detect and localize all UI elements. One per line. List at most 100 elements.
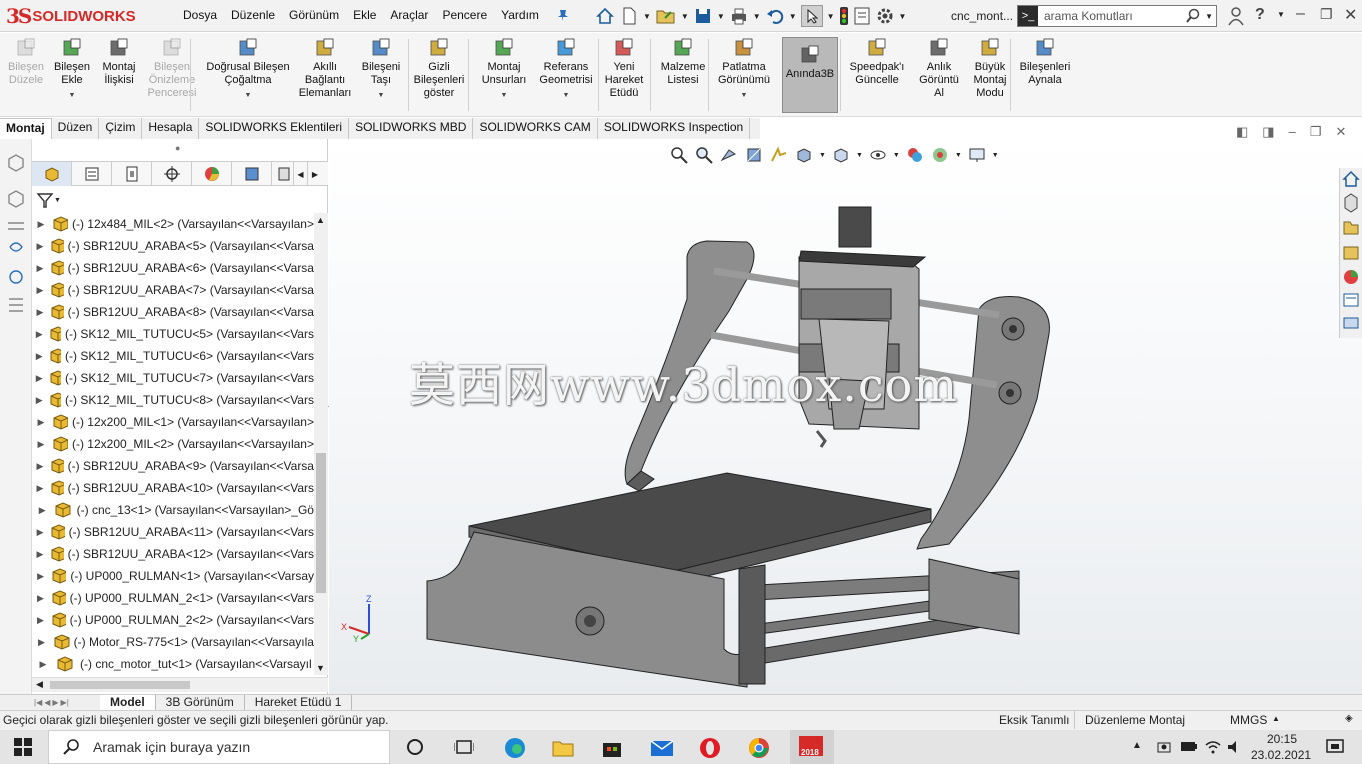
rebuild-traffic-light-icon[interactable]	[839, 6, 849, 26]
hscroll-thumb[interactable]	[50, 681, 190, 689]
notifications-icon[interactable]	[1325, 738, 1345, 756]
tree-item[interactable]: ▶ (-) UP000_RULMAN_2<2> (Varsayılan<<Vars	[32, 609, 314, 631]
edge-browser-icon[interactable]	[503, 736, 527, 760]
command-button-13[interactable]: Patlatma Görünümü ▼	[713, 37, 775, 102]
taskbar-time[interactable]: 20:15	[1257, 732, 1307, 746]
tab-scroll-right-icon[interactable]: ▶	[308, 162, 322, 186]
command-button-18[interactable]: Bileşenleri Aynala	[1017, 37, 1073, 87]
tree-item[interactable]: ▶ (-) SK12_MIL_TUTUCU<6> (Varsayılan<<Var…	[32, 345, 314, 367]
tree-item[interactable]: ▶ (-) 12x484_MIL<2> (Varsayılan<<Varsayıl…	[32, 213, 314, 235]
tile-right-icon[interactable]: ◨	[1262, 124, 1274, 140]
tab-evaluate[interactable]: Hesapla	[142, 118, 200, 139]
chrome-browser-icon[interactable]	[747, 736, 771, 760]
command-button-6[interactable]: Akıllı Bağlantı Elemanları	[299, 37, 351, 100]
file-explorer-icon[interactable]	[551, 736, 575, 760]
expand-arrow-icon[interactable]: ▶	[32, 263, 48, 274]
status-units[interactable]: MMGS	[1230, 713, 1267, 727]
panel-grip-icon[interactable]: ●	[175, 143, 180, 153]
select-pointer-icon[interactable]	[800, 5, 823, 27]
cam-operation-tree-tab-icon[interactable]	[272, 162, 294, 186]
expand-arrow-icon[interactable]: ▶	[32, 549, 48, 560]
prev-tab-icon[interactable]: ◀	[44, 698, 50, 707]
chevron-down-icon[interactable]: ▼	[54, 197, 61, 204]
chevron-down-icon[interactable]: ▼	[681, 12, 689, 21]
wifi-icon[interactable]	[1204, 739, 1222, 755]
first-tab-icon[interactable]: |◀	[34, 698, 42, 707]
chevron-down-icon[interactable]: ▼	[378, 89, 385, 102]
volume-icon[interactable]	[1226, 739, 1242, 755]
bottom-rails[interactable]	[738, 558, 1020, 665]
tree-item[interactable]: ▶ (-) cnc_13<1> (Varsayılan<<Varsayılan>_…	[32, 499, 314, 521]
tree-item[interactable]: ▶ (-) SBR12UU_ARABA<10> (Varsayılan<<Vars	[32, 477, 314, 499]
solidworks-logo[interactable]: 3S SOLIDWORKS	[6, 2, 136, 30]
command-button-12[interactable]: Malzeme Listesi	[656, 37, 710, 87]
cnc-assembly-model[interactable]	[329, 139, 1362, 694]
chevron-down-icon[interactable]: ▼	[827, 12, 835, 21]
feature-tree-tab-icon[interactable]	[32, 162, 72, 186]
close-icon[interactable]: ✕	[1344, 5, 1357, 25]
search-input[interactable]: arama Komutları	[1044, 9, 1185, 23]
tree-item[interactable]: ▶ (-) 12x200_MIL<2> (Varsayılan<<Varsayıl…	[32, 433, 314, 455]
expand-arrow-icon[interactable]: ▶	[32, 329, 47, 340]
chevron-down-icon[interactable]: ▼	[1205, 12, 1213, 21]
windows-start-icon[interactable]	[14, 738, 32, 756]
help-icon[interactable]: ?	[1255, 6, 1265, 24]
tab-assembly[interactable]: Montaj	[0, 118, 52, 139]
doc-restore-icon[interactable]: ❐	[1310, 124, 1322, 140]
expand-arrow-icon[interactable]: ▶	[32, 615, 49, 626]
show-hidden-icons-icon[interactable]: ▲	[1132, 740, 1142, 751]
configuration-manager-tab-icon[interactable]	[112, 162, 152, 186]
expand-arrow-icon[interactable]: ▶	[32, 285, 48, 296]
side-toolbar-icons[interactable]	[0, 139, 32, 339]
status-options-icon[interactable]: ◈	[1345, 713, 1353, 724]
home-icon[interactable]	[595, 6, 615, 26]
taskbar-search-input[interactable]: Aramak için buraya yazın	[93, 739, 250, 755]
command-button-5[interactable]: Doğrusal Bileşen Çoğaltma ▼	[200, 37, 296, 102]
chevron-down-icon[interactable]: ▼	[753, 12, 761, 21]
expand-arrow-icon[interactable]: ▶	[32, 483, 48, 494]
scroll-left-icon[interactable]: ◀	[36, 679, 43, 690]
taskbar-search[interactable]: Aramak için buraya yazın	[48, 730, 390, 764]
chevron-down-icon[interactable]: ▼	[1277, 10, 1285, 19]
expand-arrow-icon[interactable]: ▶	[32, 571, 49, 582]
tree-item[interactable]: ▶ (-) UP000_RULMAN<1> (Varsayılan<<Varsay	[32, 565, 314, 587]
command-button-9[interactable]: Montaj Unsurları ▼	[478, 37, 530, 102]
tree-item[interactable]: ▶ (-) SBR12UU_ARABA<9> (Varsayılan<<Varsa	[32, 455, 314, 477]
tab-addins[interactable]: SOLIDWORKS Eklentileri	[199, 118, 350, 139]
chevron-down-icon[interactable]: ▼	[69, 89, 76, 102]
battery-icon[interactable]	[1180, 740, 1198, 754]
store-icon[interactable]	[600, 736, 624, 760]
command-button-17[interactable]: Büyük Montaj Modu	[967, 37, 1013, 100]
tree-item[interactable]: ▶ (-) SK12_MIL_TUTUCU<7> (Varsayılan<<Var…	[32, 367, 314, 389]
user-icon[interactable]	[1228, 6, 1244, 26]
tab-sketch[interactable]: Çizim	[99, 118, 143, 139]
cortana-icon[interactable]	[406, 738, 424, 756]
tab-nav-arrows[interactable]: |◀ ◀ ▶ ▶|	[0, 698, 100, 707]
expand-arrow-icon[interactable]: ▶	[32, 593, 49, 604]
task-view-icon[interactable]	[454, 738, 474, 756]
task-pane-icons[interactable]	[1340, 168, 1362, 338]
chevron-down-icon[interactable]: ▼	[741, 89, 748, 102]
expand-arrow-icon[interactable]: ▶	[32, 351, 47, 362]
command-button-11[interactable]: Yeni Hareket Etüdü	[602, 37, 646, 100]
pin-icon[interactable]	[556, 8, 570, 22]
tile-left-icon[interactable]: ◧	[1236, 124, 1248, 140]
chevron-down-icon[interactable]: ▼	[717, 12, 725, 21]
cam-feature-tree-tab-icon[interactable]	[232, 162, 272, 186]
expand-arrow-icon[interactable]: ▶	[32, 659, 54, 670]
tab-cam[interactable]: SOLIDWORKS CAM	[473, 118, 598, 139]
tree-item[interactable]: ▶ (-) Motor_RS-775<1> (Varsayılan<<Varsay…	[32, 631, 314, 653]
search-icon[interactable]	[1185, 8, 1201, 24]
tab-inspection[interactable]: SOLIDWORKS Inspection	[598, 118, 751, 139]
tree-item[interactable]: ▶ (-) SBR12UU_ARABA<12> (Varsayılan<<Vars	[32, 543, 314, 565]
bottom-left-legs[interactable]	[738, 564, 766, 685]
expand-arrow-icon[interactable]: ▶	[32, 505, 52, 516]
save-icon[interactable]	[693, 6, 713, 26]
expand-arrow-icon[interactable]: ▶	[32, 637, 51, 648]
menu-help[interactable]: Yardım	[494, 8, 546, 22]
command-search[interactable]: >_ arama Komutları ▼	[1017, 5, 1217, 27]
tree-item[interactable]: ▶ (-) cnc_motor_tut<1> (Varsayılan<<Varsa…	[32, 653, 314, 675]
expand-arrow-icon[interactable]: ▶	[32, 307, 48, 318]
tree-horizontal-scrollbar[interactable]: ◀	[32, 677, 328, 692]
opera-browser-icon[interactable]	[698, 736, 722, 760]
